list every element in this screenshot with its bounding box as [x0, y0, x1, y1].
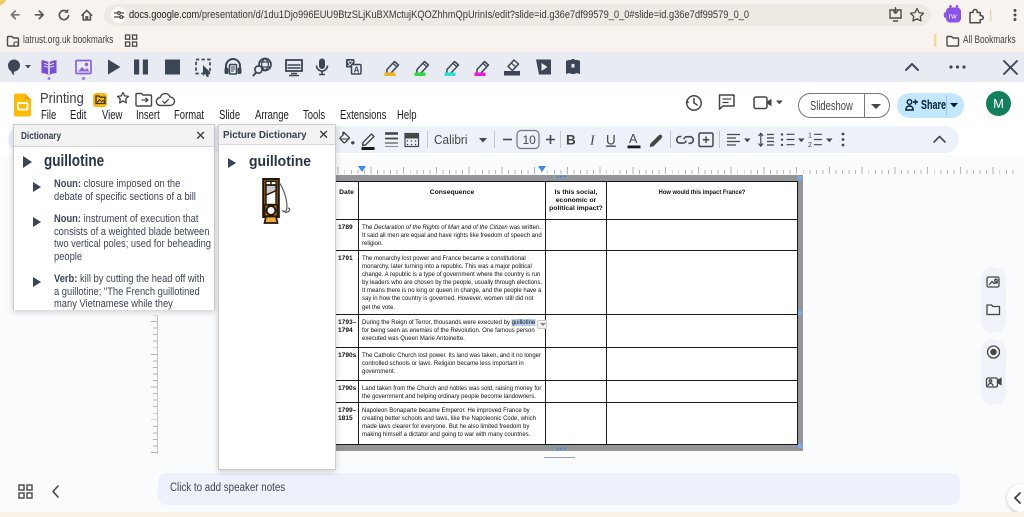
svg-text:A: A [629, 132, 638, 146]
svg-text:2: 2 [808, 142, 812, 149]
svg-text:rw: rw [949, 12, 957, 21]
svg-text:B: B [566, 133, 576, 148]
svg-text:U: U [606, 133, 616, 148]
svg-text:Calibri: Calibri [434, 133, 468, 147]
svg-text:1: 1 [808, 133, 812, 140]
svg-text:I: I [589, 134, 596, 149]
svg-text:A: A [354, 66, 360, 75]
svg-text:10: 10 [523, 133, 537, 147]
